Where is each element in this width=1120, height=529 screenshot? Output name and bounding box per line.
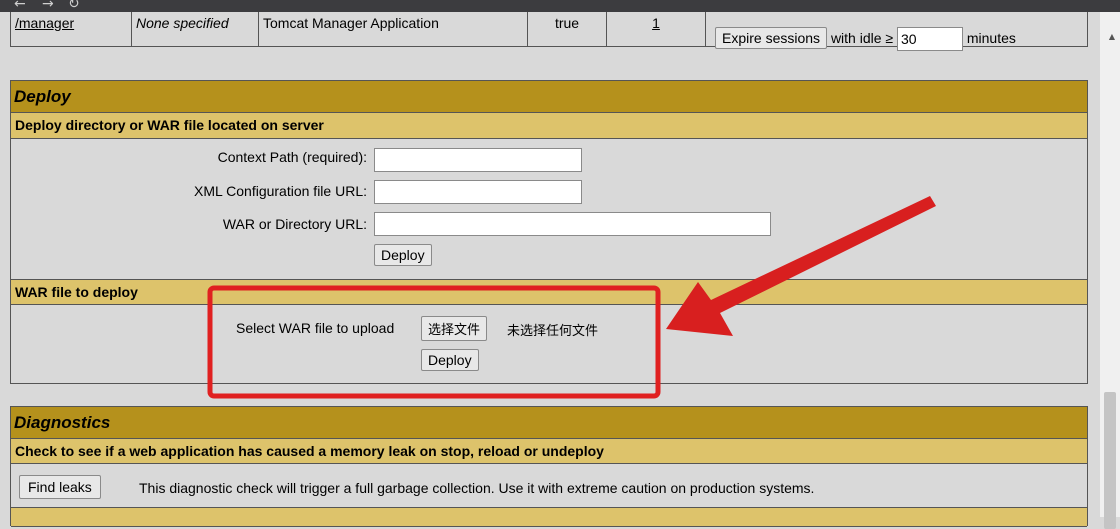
choose-file-button[interactable]: 选择文件 [421,316,488,341]
select-war-label: Select WAR file to upload [236,320,395,336]
app-path-link[interactable]: /manager [15,15,74,31]
scrollbar-thumb[interactable] [1104,392,1116,529]
page-scrollbar[interactable]: ▲ [1100,12,1120,529]
scroll-up-icon[interactable]: ▲ [1109,32,1115,41]
app-sessions-link[interactable]: 1 [652,15,660,31]
diagnostics-title: Diagnostics [11,407,1087,439]
xml-config-label: XML Configuration file URL: [193,183,367,199]
idle-minutes-input[interactable]: 30 [896,27,963,52]
war-dir-label: WAR or Directory URL: [222,216,367,232]
forward-arrow-icon[interactable]: → [42,0,54,12]
with-idle-label: with idle ≥ [830,30,894,46]
next-subtitle-strip [11,507,1087,527]
war-upload-subtitle: WAR file to deploy [11,279,1087,305]
war-dir-input[interactable] [374,212,771,236]
context-path-label: Context Path (required): [217,149,367,165]
no-file-chosen-text: 未选择任何文件 [507,324,599,339]
upload-deploy-button[interactable]: Deploy [421,349,479,371]
diagnostics-section: Diagnostics Check to see if a web applic… [10,406,1088,527]
deploy-server-subtitle: Deploy directory or WAR file located on … [11,113,1087,139]
expire-sessions-button[interactable]: Expire sessions [715,27,828,49]
reload-icon[interactable]: ↻ [68,0,80,12]
deploy-section: Deploy Deploy directory or WAR file loca… [10,80,1088,384]
browser-toolbar: ← → ↻ [0,0,1120,12]
context-path-input[interactable] [374,148,582,172]
diagnostics-subtitle: Check to see if a web application has ca… [11,439,1087,464]
diagnostics-description: This diagnostic check will trigger a ful… [139,480,815,496]
minutes-label: minutes [966,30,1016,46]
xml-config-input[interactable] [374,180,582,204]
deploy-server-button[interactable]: Deploy [374,244,432,266]
deploy-title: Deploy [11,81,1087,113]
back-arrow-icon[interactable]: ← [14,0,26,12]
find-leaks-button[interactable]: Find leaks [19,475,101,499]
tomcat-manager-page: /manager None specified Tomcat Manager A… [0,0,1120,527]
